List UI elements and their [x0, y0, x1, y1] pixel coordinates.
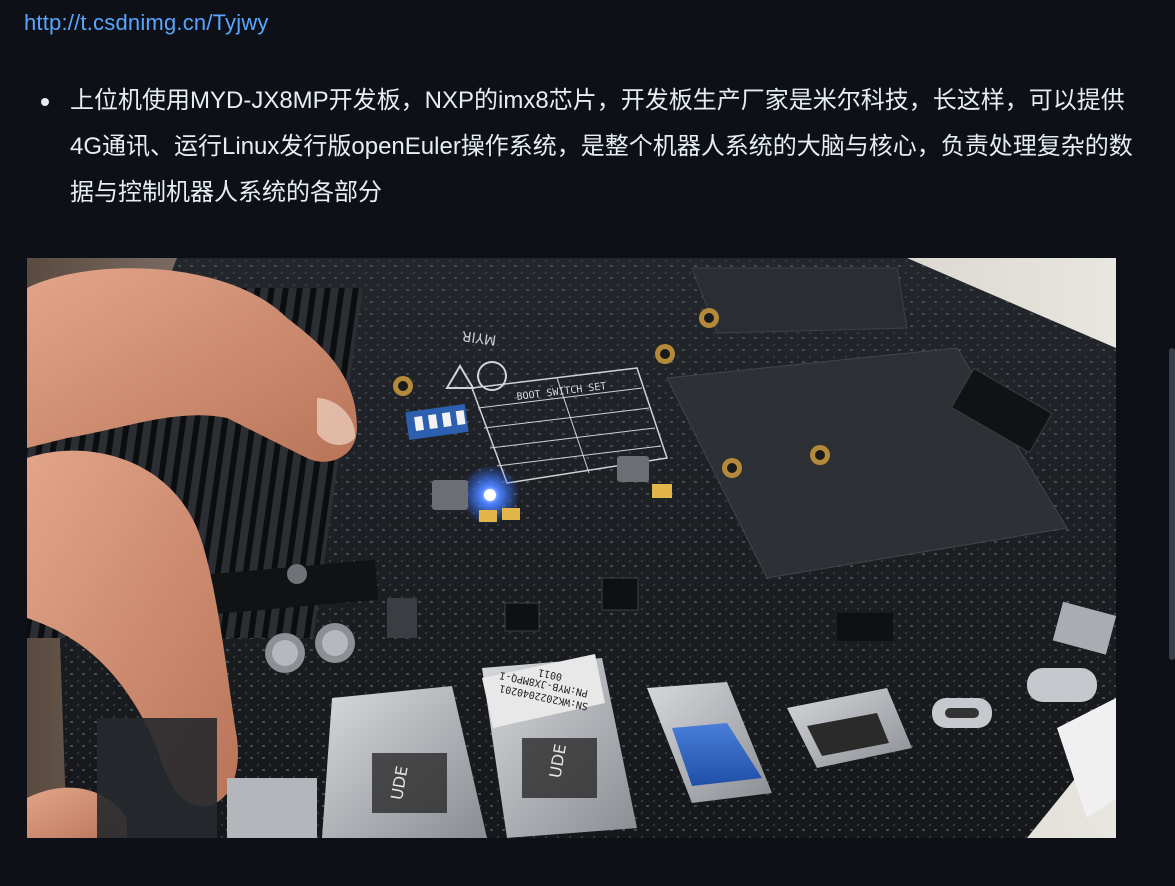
- scrollbar-thumb[interactable]: [1169, 348, 1175, 660]
- bullet-text: 上位机使用MYD-JX8MP开发板，NXP的imx8芯片，开发板生产厂家是米尔科…: [70, 87, 1133, 206]
- list-item: 上位机使用MYD-JX8MP开发板，NXP的imx8芯片，开发板生产厂家是米尔科…: [0, 78, 1175, 216]
- scrollbar[interactable]: [1167, 0, 1175, 886]
- page: http://t.csdnimg.cn/Tyjwy 上位机使用MYD-JX8MP…: [0, 0, 1175, 886]
- bullet-dot-icon: [41, 98, 49, 106]
- dev-board-image: BOOT SWITCH SET MYIR UDE UDE PN:MYB-JX8M…: [27, 258, 1116, 838]
- bullet-list: 上位机使用MYD-JX8MP开发板，NXP的imx8芯片，开发板生产厂家是米尔科…: [0, 78, 1175, 216]
- usb-c-port-2: [1027, 668, 1097, 702]
- source-link[interactable]: http://t.csdnimg.cn/Tyjwy: [24, 10, 269, 36]
- dev-board-photo: BOOT SWITCH SET MYIR UDE UDE PN:MYB-JX8M…: [27, 258, 1116, 838]
- shield-upper: [691, 267, 908, 334]
